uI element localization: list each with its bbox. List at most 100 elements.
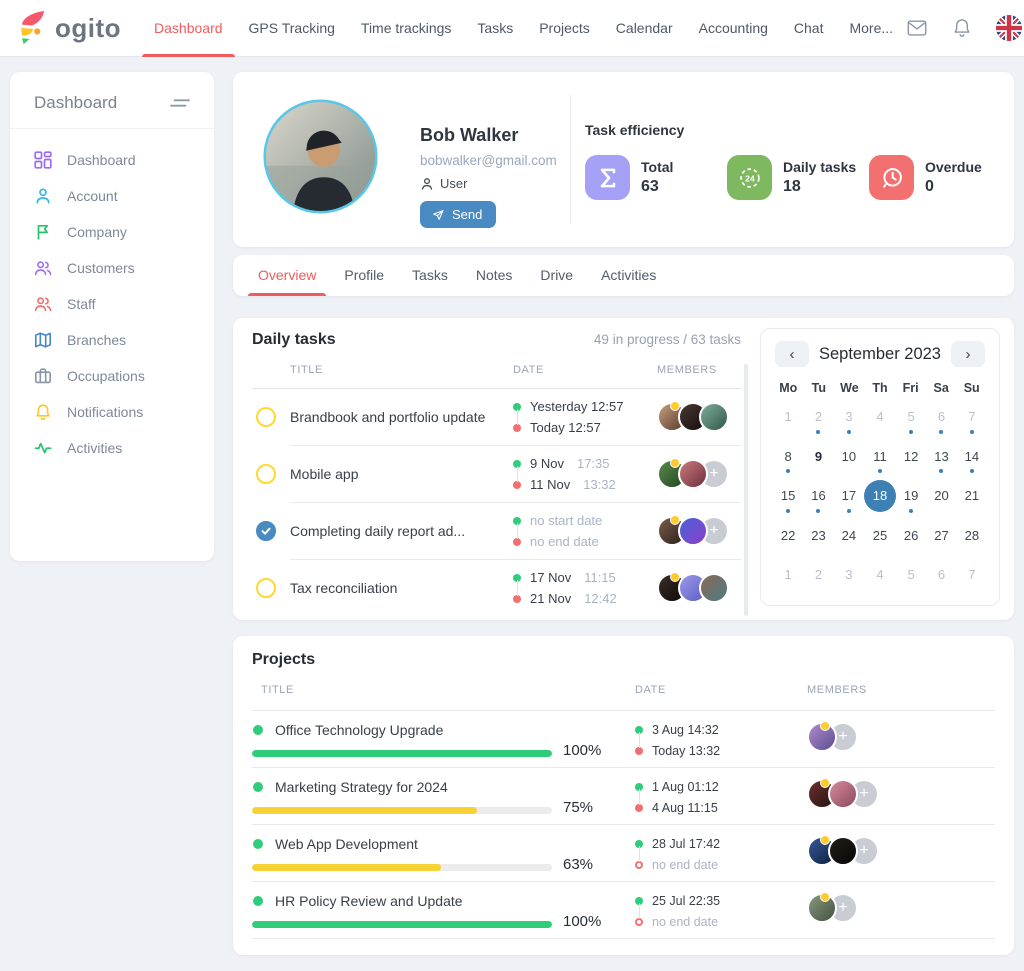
projects-table: TITLEDATEMEMBERSOffice Technology Upgrad…	[252, 684, 995, 939]
date-range: no start dateno end date	[513, 510, 657, 552]
nav-item-projects[interactable]: Projects	[526, 0, 603, 57]
sidebar-item-account[interactable]: Account	[10, 178, 214, 214]
sidebar-item-customers[interactable]: Customers	[10, 250, 214, 286]
member-avatar[interactable]	[807, 893, 837, 923]
calendar-day[interactable]: 6	[926, 555, 956, 595]
calendar-day[interactable]: 1	[773, 555, 803, 595]
calendar-day[interactable]: 4	[864, 397, 896, 437]
member-avatar[interactable]	[699, 402, 729, 432]
mail-icon[interactable]	[906, 17, 928, 39]
calendar-day[interactable]: 19	[896, 476, 926, 516]
task-title[interactable]: Tax reconciliation	[290, 580, 513, 596]
task-checkbox[interactable]	[256, 464, 276, 484]
calendar-prev-button[interactable]: ‹	[775, 341, 809, 367]
calendar-day[interactable]: 17	[834, 476, 864, 516]
member-avatar[interactable]	[828, 836, 858, 866]
tab-profile[interactable]: Profile	[330, 255, 398, 296]
member-avatar[interactable]	[678, 516, 708, 546]
nav-item-chat[interactable]: Chat	[781, 0, 837, 57]
calendar-day[interactable]: 20	[926, 476, 956, 516]
task-title[interactable]: Mobile app	[290, 466, 513, 482]
calendar-day[interactable]: 15	[773, 476, 803, 516]
tab-activities[interactable]: Activities	[587, 255, 670, 296]
project-title[interactable]: Marketing Strategy for 2024	[275, 779, 448, 795]
start-dot-icon	[513, 460, 521, 468]
tab-drive[interactable]: Drive	[526, 255, 587, 296]
task-checkbox[interactable]	[256, 521, 276, 541]
sidebar-item-occupations[interactable]: Occupations	[10, 358, 214, 394]
members-stack	[657, 573, 741, 603]
calendar-day[interactable]: 1	[773, 397, 803, 437]
nav-item-gps-tracking[interactable]: GPS Tracking	[236, 0, 348, 57]
tab-overview[interactable]: Overview	[244, 255, 330, 296]
calendar-day[interactable]: 10	[834, 437, 864, 477]
sidebar-item-staff[interactable]: Staff	[10, 286, 214, 322]
calendar-day[interactable]: 13	[926, 437, 956, 477]
end-date-text: 21 Nov	[530, 591, 571, 606]
calendar-day[interactable]: 4	[864, 555, 896, 595]
weekday-label: We	[834, 381, 865, 395]
calendar-day[interactable]: 14	[957, 437, 987, 477]
language-flag-uk-icon[interactable]	[996, 15, 1022, 41]
calendar-day[interactable]: 28	[957, 516, 987, 556]
calendar-day[interactable]: 21	[957, 476, 987, 516]
calendar-day[interactable]: 5	[896, 397, 926, 437]
nav-item-accounting[interactable]: Accounting	[686, 0, 781, 57]
bell-icon[interactable]	[951, 17, 973, 39]
project-title[interactable]: Office Technology Upgrade	[275, 722, 443, 738]
calendar-day[interactable]: 6	[926, 397, 956, 437]
member-avatar[interactable]	[699, 573, 729, 603]
nav-item-more[interactable]: More...	[836, 0, 906, 57]
staff-people-icon	[34, 295, 52, 313]
calendar-day[interactable]: 3	[834, 397, 864, 437]
calendar-day[interactable]: 7	[957, 555, 987, 595]
app-logo[interactable]: ogito	[0, 9, 141, 47]
calendar-day[interactable]: 12	[896, 437, 926, 477]
nav-item-calendar[interactable]: Calendar	[603, 0, 686, 57]
calendar-next-button[interactable]: ›	[951, 341, 985, 367]
project-title[interactable]: HR Policy Review and Update	[275, 893, 463, 909]
nav-item-time-trackings[interactable]: Time trackings	[348, 0, 465, 57]
nav-item-tasks[interactable]: Tasks	[464, 0, 526, 57]
sidebar-item-dashboard[interactable]: Dashboard	[10, 142, 214, 178]
calendar-day-selected[interactable]: 18	[864, 476, 896, 516]
tab-notes[interactable]: Notes	[462, 255, 527, 296]
sidebar-collapse-icon[interactable]	[168, 95, 192, 111]
calendar-day[interactable]: 23	[803, 516, 833, 556]
calendar-day[interactable]: 7	[957, 397, 987, 437]
member-avatar[interactable]	[828, 779, 858, 809]
calendar-day[interactable]: 25	[864, 516, 896, 556]
task-checkbox[interactable]	[256, 407, 276, 427]
calendar-day[interactable]: 2	[803, 555, 833, 595]
tab-tasks[interactable]: Tasks	[398, 255, 462, 296]
calendar-day[interactable]: 24	[834, 516, 864, 556]
project-members: +	[803, 882, 995, 923]
weekday-label: Fri	[895, 381, 926, 395]
calendar-day[interactable]: 16	[803, 476, 833, 516]
project-title[interactable]: Web App Development	[275, 836, 418, 852]
nav-item-dashboard[interactable]: Dashboard	[141, 0, 236, 57]
calendar-day[interactable]: 5	[896, 555, 926, 595]
member-avatar[interactable]	[678, 459, 708, 489]
daily-tasks-scrollbar[interactable]	[744, 364, 748, 616]
calendar-day[interactable]: 2	[803, 397, 833, 437]
sidebar-item-label: Staff	[67, 296, 96, 312]
sidebar-item-branches[interactable]: Branches	[10, 322, 214, 358]
calendar-day[interactable]: 27	[926, 516, 956, 556]
start-date-text: 25 Jul 22:35	[652, 894, 720, 908]
calendar-day[interactable]: 26	[896, 516, 926, 556]
member-avatar[interactable]	[807, 722, 837, 752]
task-checkbox[interactable]	[256, 578, 276, 598]
calendar-day[interactable]: 3	[834, 555, 864, 595]
sidebar-item-company[interactable]: Company	[10, 214, 214, 250]
task-title[interactable]: Brandbook and portfolio update	[290, 409, 513, 425]
send-button[interactable]: Send	[420, 201, 496, 228]
calendar-day[interactable]: 9	[803, 437, 833, 477]
sidebar-item-activities[interactable]: Activities	[10, 430, 214, 466]
sidebar-item-notifications[interactable]: Notifications	[10, 394, 214, 430]
task-title[interactable]: Completing daily report ad...	[290, 523, 513, 539]
calendar-day[interactable]: 22	[773, 516, 803, 556]
calendar-day[interactable]: 8	[773, 437, 803, 477]
calendar-day[interactable]: 11	[864, 437, 896, 477]
start-date-text: 3 Aug 14:32	[652, 723, 719, 737]
